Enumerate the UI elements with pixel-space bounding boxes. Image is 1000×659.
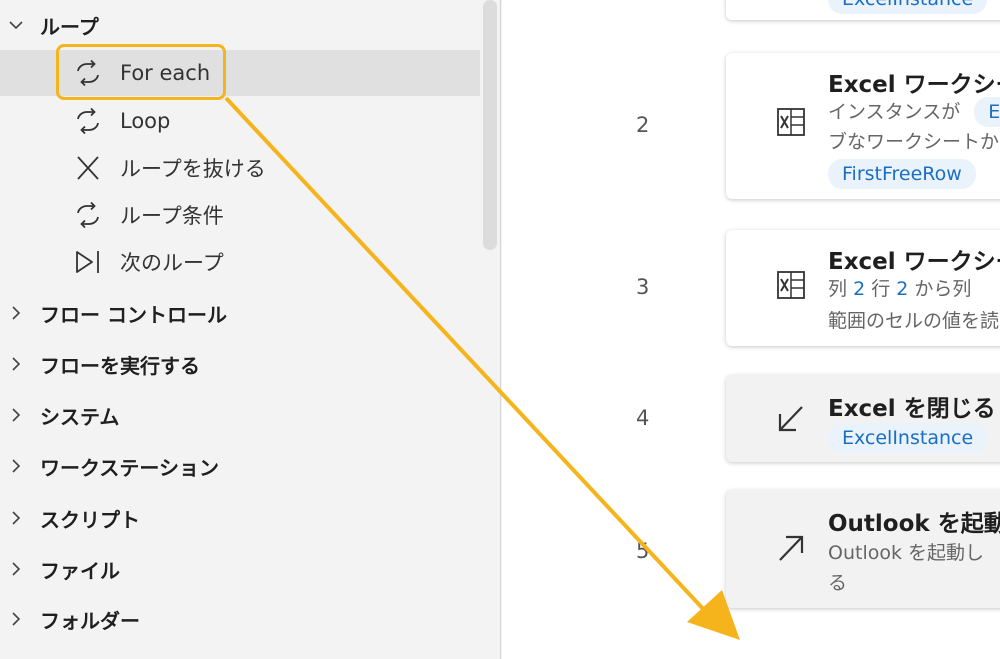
group-label: スクリプト bbox=[40, 507, 140, 532]
highlight-box bbox=[56, 44, 226, 100]
parameter-value: 2 bbox=[853, 278, 866, 300]
group-label: システム bbox=[40, 404, 120, 429]
variable-chip[interactable]: ExcelInstance bbox=[828, 423, 988, 453]
step-number: 4 bbox=[636, 406, 650, 430]
step-description: ブなワークシートから bbox=[828, 131, 1000, 153]
chevron-right-icon bbox=[12, 357, 21, 371]
chevron-down-icon bbox=[9, 21, 23, 30]
step-number: 2 bbox=[636, 113, 650, 137]
action-label: Loop bbox=[120, 109, 171, 133]
chevron-right-icon bbox=[12, 459, 21, 473]
group-folder[interactable]: フォルダー bbox=[0, 599, 480, 639]
arrow-down-left-icon bbox=[778, 406, 803, 432]
chevron-right-icon bbox=[12, 408, 21, 422]
step-title: Excel ワークシー bbox=[828, 72, 1000, 98]
group-workstation[interactable]: ワークステーション bbox=[0, 446, 480, 486]
group-label: ファイル bbox=[40, 558, 120, 583]
description-text: インスタンスが bbox=[828, 101, 961, 123]
group-run-flow[interactable]: フローを実行する bbox=[0, 344, 480, 384]
step-title: Outlook を起動 bbox=[828, 511, 1000, 537]
group-label: フロー コントロール bbox=[40, 302, 227, 327]
loop-icon bbox=[77, 201, 99, 229]
excel-icon bbox=[777, 271, 805, 299]
actions-panel: ループ For each Loop ループを抜ける ループ条件 次のループ フロ… bbox=[0, 0, 501, 659]
group-label: ワークステーション bbox=[40, 455, 219, 480]
chevron-right-icon bbox=[12, 562, 21, 576]
skip-next-icon bbox=[76, 251, 99, 273]
loop-icon bbox=[77, 107, 99, 135]
action-exit-loop[interactable]: ループを抜ける bbox=[0, 145, 480, 191]
step-title: Excel を閉じる bbox=[828, 396, 996, 422]
group-script[interactable]: スクリプト bbox=[0, 498, 480, 538]
chevron-right-icon bbox=[12, 511, 21, 525]
variable-chip[interactable]: ExcelInstance bbox=[828, 0, 988, 14]
step-description: インスタンスが Ex bbox=[828, 97, 1000, 127]
step-card[interactable]: Excel を閉じる ExcelInstance bbox=[726, 375, 1000, 462]
action-label: ループ条件 bbox=[120, 204, 224, 228]
step-card-partial[interactable]: ExcelInstance bbox=[726, 0, 1000, 20]
close-icon bbox=[77, 156, 99, 180]
action-next-loop[interactable]: 次のループ bbox=[0, 239, 480, 285]
action-label: ループを抜ける bbox=[120, 157, 266, 181]
step-description: る bbox=[828, 572, 848, 594]
group-label: フォルダー bbox=[40, 608, 140, 633]
action-loop-condition[interactable]: ループ条件 bbox=[0, 192, 480, 238]
step-number: 3 bbox=[636, 275, 650, 299]
description-text: 行 bbox=[871, 278, 891, 300]
parameter-value: 2 bbox=[896, 278, 909, 300]
action-loop[interactable]: Loop bbox=[0, 98, 480, 144]
group-label: ループ bbox=[40, 14, 99, 39]
flow-designer: ExcelInstance 2 Excel ワークシー インスタンスが Ex ブ… bbox=[502, 0, 1000, 659]
group-label: フローを実行する bbox=[40, 353, 200, 378]
step-card[interactable]: Excel ワークシー インスタンスが Ex ブなワークシートから FirstF… bbox=[726, 53, 1000, 199]
action-label: 次のループ bbox=[120, 251, 224, 275]
scrollbar-thumb[interactable] bbox=[483, 0, 497, 250]
step-description: Outlook を起動し bbox=[828, 542, 985, 564]
description-text: 列 bbox=[828, 278, 848, 300]
step-number: 5 bbox=[636, 539, 650, 563]
step-card[interactable]: Excel ワークシー 列 2 行 2 から列 範囲のセルの値を読 bbox=[726, 230, 1000, 346]
arrow-up-right-icon bbox=[779, 535, 804, 561]
step-title: Excel ワークシー bbox=[828, 249, 1000, 275]
chevron-right-icon bbox=[12, 306, 21, 320]
group-file[interactable]: ファイル bbox=[0, 549, 480, 589]
variable-chip[interactable]: Ex bbox=[974, 97, 1000, 127]
step-card[interactable]: Outlook を起動 Outlook を起動し る bbox=[726, 490, 1000, 608]
step-description: 範囲のセルの値を読 bbox=[828, 310, 1000, 332]
group-loop[interactable]: ループ bbox=[0, 5, 480, 45]
step-description: 列 2 行 2 から列 bbox=[828, 274, 971, 304]
variable-chip[interactable]: FirstFreeRow bbox=[828, 159, 976, 189]
group-system[interactable]: システム bbox=[0, 395, 480, 435]
description-text: から列 bbox=[914, 278, 972, 300]
group-flow-control[interactable]: フロー コントロール bbox=[0, 293, 480, 333]
excel-icon bbox=[777, 108, 805, 136]
chevron-right-icon bbox=[12, 612, 21, 626]
